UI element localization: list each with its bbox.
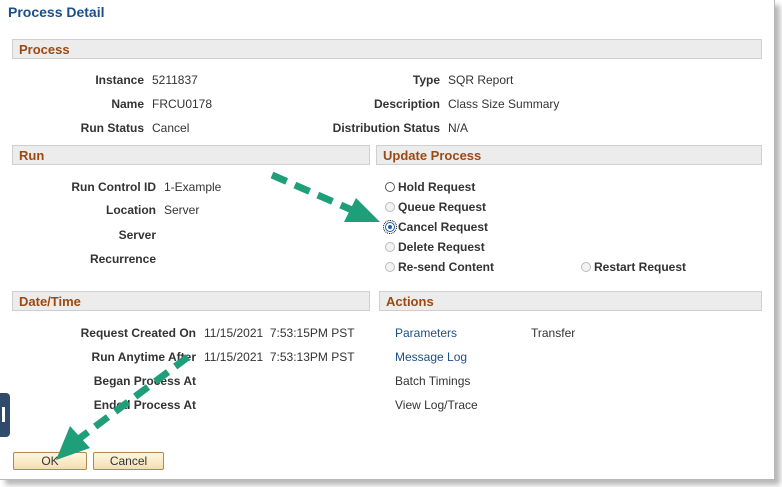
location-label: Location xyxy=(106,203,156,217)
restart-request-label: Restart Request xyxy=(594,260,687,274)
cancel-request-radio[interactable] xyxy=(383,220,397,234)
message-log-link[interactable]: Message Log xyxy=(395,350,467,364)
datetime-section-header: Date/Time xyxy=(12,291,370,311)
queue-request-label: Queue Request xyxy=(398,200,487,214)
distribution-status-label: Distribution Status xyxy=(332,121,440,135)
side-panel-tab[interactable] xyxy=(0,393,10,437)
hold-request-option[interactable]: Hold Request xyxy=(385,180,475,194)
restart-request-option[interactable]: Restart Request xyxy=(581,260,686,274)
ended-process-label: Ended Process At xyxy=(93,398,196,412)
batch-timings-action: Batch Timings xyxy=(395,374,471,388)
run-section-header: Run xyxy=(12,145,370,165)
request-created-label: Request Created On xyxy=(80,326,196,340)
name-label: Name xyxy=(111,97,144,111)
hold-request-radio[interactable] xyxy=(385,182,395,192)
description-label: Description xyxy=(373,97,440,111)
page-title: Process Detail xyxy=(8,4,105,20)
instance-value: 5211837 xyxy=(152,73,198,87)
delete-request-radio[interactable] xyxy=(385,242,395,252)
process-section-header: Process xyxy=(12,39,762,59)
type-value: SQR Report xyxy=(448,73,514,87)
run-status-label: Run Status xyxy=(80,121,144,135)
parameters-link[interactable]: Parameters xyxy=(395,326,457,340)
run-anytime-after-label: Run Anytime After xyxy=(91,350,196,364)
update-process-section-header: Update Process xyxy=(376,145,762,165)
instance-label: Instance xyxy=(95,73,144,87)
distribution-status-value: N/A xyxy=(448,121,469,135)
run-control-id-label: Run Control ID xyxy=(71,180,156,194)
run-anytime-after-value: 11/15/2021 7:53:13PM PST xyxy=(204,350,355,364)
queue-request-radio[interactable] xyxy=(385,202,395,212)
delete-request-option[interactable]: Delete Request xyxy=(385,240,485,254)
resend-content-option[interactable]: Re-send Content xyxy=(385,260,494,274)
delete-request-label: Delete Request xyxy=(398,240,485,254)
ok-button[interactable]: OK xyxy=(13,452,87,470)
type-label: Type xyxy=(412,73,440,87)
resend-content-label: Re-send Content xyxy=(398,260,494,274)
cancel-request-option[interactable]: Cancel Request xyxy=(383,220,489,234)
cancel-button[interactable]: Cancel xyxy=(93,452,164,470)
server-label: Server xyxy=(118,228,156,242)
recurrence-label: Recurrence xyxy=(89,252,156,266)
hold-request-label: Hold Request xyxy=(398,180,476,194)
request-created-value: 11/15/2021 7:53:15PM PST xyxy=(204,326,355,340)
process-detail-window: Process Detail Process Instance 5211837 … xyxy=(0,0,775,480)
view-log-trace-action: View Log/Trace xyxy=(395,398,478,412)
description-value: Class Size Summary xyxy=(448,97,560,111)
queue-request-option[interactable]: Queue Request xyxy=(385,200,486,214)
actions-section-header: Actions xyxy=(379,291,762,311)
location-value: Server xyxy=(164,203,200,217)
name-value: FRCU0178 xyxy=(152,97,213,111)
run-control-id-value: 1-Example xyxy=(164,180,222,194)
restart-request-radio[interactable] xyxy=(581,262,591,272)
cancel-request-label: Cancel Request xyxy=(398,220,489,234)
transfer-action: Transfer xyxy=(531,326,576,340)
began-process-label: Began Process At xyxy=(93,374,196,388)
resend-content-radio[interactable] xyxy=(385,262,395,272)
run-status-value: Cancel xyxy=(152,121,190,135)
